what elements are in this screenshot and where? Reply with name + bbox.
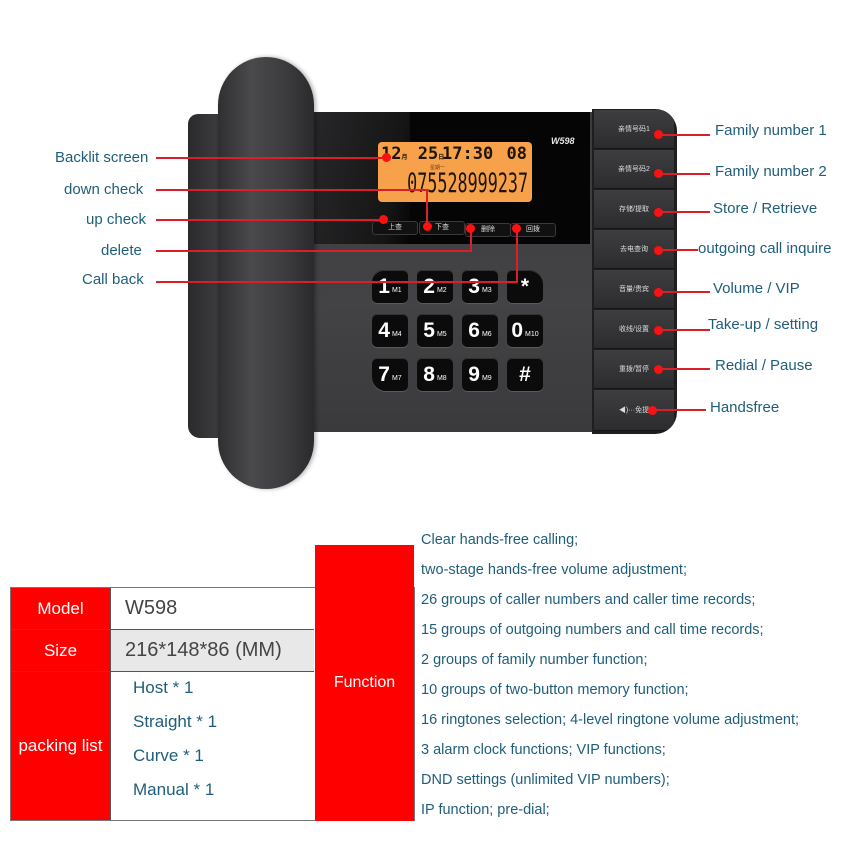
key-3[interactable]: 3 M3 (462, 270, 498, 303)
function-item: 2 groups of family number function; (421, 652, 648, 668)
model-value: W598 (111, 588, 314, 630)
packing-item: Host * 1 (133, 678, 194, 697)
callout-call-back: Call back (82, 271, 144, 288)
function-item: 15 groups of outgoing numbers and call t… (421, 622, 764, 638)
callout-line (660, 329, 710, 331)
function-label: Function (315, 545, 414, 821)
callout-outgoing-call-inquire: outgoing call inquire (698, 240, 832, 257)
function-item: Clear hands-free calling; (421, 532, 579, 548)
function-item: DND settings (unlimited VIP numbers); (421, 772, 670, 788)
callout-dot (466, 224, 475, 233)
function-item: 10 groups of two-button memory function; (421, 682, 689, 698)
callout-line (156, 157, 386, 159)
up-check-button[interactable]: 上查 (372, 221, 418, 235)
callout-delete: delete (101, 242, 142, 259)
callout-line (156, 219, 382, 221)
callout-line (156, 281, 518, 283)
family-number-1-button[interactable]: 亲情号码1 (594, 110, 674, 149)
handset[interactable] (218, 57, 314, 489)
keypad: 1 M1 2 M2 3 M3 * 4 M4 5 M5 6 M6 0 M10 7 M7 8 M8 9… (372, 270, 552, 395)
callout-line (660, 134, 710, 136)
model-label: Model (11, 588, 111, 630)
key-1[interactable]: 1 M1 (372, 270, 408, 303)
callout-line (660, 368, 710, 370)
function-item: 16 ringtones selection; 4-level ringtone… (421, 712, 800, 728)
callout-dot (512, 224, 521, 233)
lcd-count: 08 (506, 144, 527, 164)
callout-family-number-2: Family number 2 (715, 163, 827, 180)
packing-list-label: packing list (11, 672, 111, 820)
callout-volume-vip: Volume / VIP (713, 280, 800, 297)
key-4[interactable]: 4 M4 (372, 314, 408, 347)
callout-line (660, 173, 710, 175)
callout-dot (423, 222, 432, 231)
function-item: two-stage hands-free volume adjustment; (421, 562, 687, 578)
callout-line (516, 228, 518, 283)
model-logo: W598 (551, 136, 575, 146)
callout-line (660, 291, 710, 293)
key-hash[interactable]: # (507, 358, 543, 391)
callout-down-check: down check (64, 181, 144, 198)
size-label: Size (11, 630, 111, 672)
callout-line (426, 189, 428, 225)
callout-line (156, 250, 472, 252)
key-8[interactable]: 8 M8 (417, 358, 453, 391)
key-5[interactable]: 5 M5 (417, 314, 453, 347)
key-star[interactable]: * (507, 270, 543, 303)
callout-line (660, 249, 698, 251)
key-7[interactable]: 7 M7 (372, 358, 408, 391)
callout-handsfree: Handsfree (710, 399, 780, 416)
key-6[interactable]: 6 M6 (462, 314, 498, 347)
function-item: 3 alarm clock functions; VIP functions; (421, 742, 666, 758)
callout-up-check: up check (86, 211, 147, 228)
callout-line (156, 189, 428, 191)
lcd-display: 12月 25日 17:30 08 星期一 075528999237 (378, 142, 532, 202)
callout-dot (379, 215, 388, 224)
key-9[interactable]: 9 M9 (462, 358, 498, 391)
packing-item: Curve * 1 (133, 746, 204, 765)
callout-line (654, 409, 706, 411)
side-button-column: 亲情号码1 亲情号码2 存储/提取 去电查询 音量/贵宾 收线/设置 重拨/暂停… (592, 109, 677, 434)
key-0[interactable]: 0 M10 (507, 314, 543, 347)
packing-item: Straight * 1 (133, 712, 218, 731)
callout-family-number-1: Family number 1 (715, 122, 827, 139)
lcd-date: 12月 25日 (381, 144, 445, 164)
callout-redial-pause: Redial / Pause (715, 357, 813, 374)
callout-line (660, 211, 710, 213)
function-item: IP function; pre-dial; (421, 802, 550, 818)
key-2[interactable]: 2 M2 (417, 270, 453, 303)
callout-store-retrieve: Store / Retrieve (713, 200, 818, 217)
callout-take-up-setting: Take-up / setting (708, 316, 819, 333)
callout-backlit-screen: Backlit screen (55, 149, 149, 166)
function-item: 26 groups of caller numbers and caller t… (421, 592, 756, 608)
callout-dot (382, 153, 391, 162)
lcd-time: 17:30 (442, 144, 494, 164)
size-value: 216*148*86 (MM) (111, 630, 314, 672)
family-number-2-button[interactable]: 亲情号码2 (594, 150, 674, 189)
packing-item: Manual * 1 (133, 780, 215, 799)
